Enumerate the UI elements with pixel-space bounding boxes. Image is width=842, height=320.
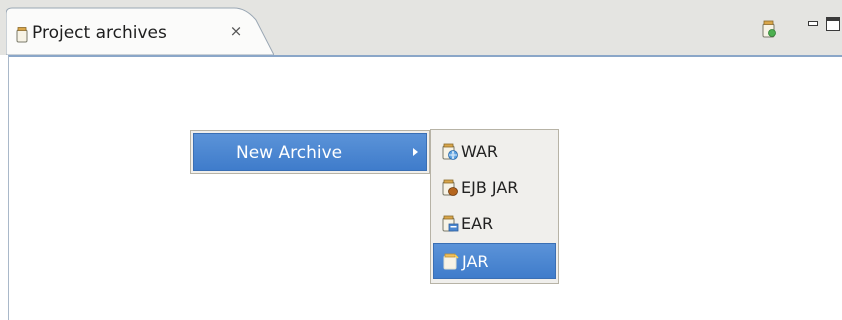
menu-item-new-archive[interactable]: New Archive bbox=[193, 133, 427, 171]
close-icon[interactable]: ⨯ bbox=[227, 22, 245, 40]
ear-archive-icon bbox=[441, 215, 459, 233]
build-archive-icon[interactable] bbox=[762, 20, 776, 38]
submenu-item-jar[interactable]: JAR bbox=[433, 243, 556, 279]
submenu-item-label: EJB JAR bbox=[461, 178, 519, 197]
submenu-item-ear[interactable]: EAR bbox=[433, 206, 556, 242]
tab-project-archives[interactable]: Project archives ⨯ bbox=[6, 6, 274, 55]
new-archive-submenu: WAR EJB JAR EAR JAR bbox=[430, 129, 559, 284]
jar-archive-icon bbox=[442, 253, 460, 271]
menu-item-label: New Archive bbox=[236, 143, 343, 163]
submenu-item-label: WAR bbox=[461, 142, 499, 161]
context-menu: New Archive bbox=[190, 130, 430, 174]
project-archives-view: Project archives ⨯ New Archive WAR EJB J… bbox=[0, 0, 842, 320]
submenu-item-label: EAR bbox=[461, 214, 494, 233]
minimize-icon[interactable] bbox=[808, 21, 818, 26]
jar-icon bbox=[16, 27, 28, 43]
submenu-arrow-icon bbox=[413, 148, 418, 156]
submenu-item-ejb-jar[interactable]: EJB JAR bbox=[433, 170, 556, 206]
view-tab-bar: Project archives ⨯ bbox=[0, 0, 842, 55]
submenu-item-war[interactable]: WAR bbox=[433, 134, 556, 170]
tab-title: Project archives bbox=[32, 23, 167, 43]
war-archive-icon bbox=[441, 143, 459, 161]
ejb-jar-archive-icon bbox=[441, 179, 459, 197]
maximize-icon[interactable] bbox=[826, 17, 840, 31]
submenu-item-label: JAR bbox=[462, 252, 489, 271]
view-content-area[interactable] bbox=[8, 55, 842, 320]
